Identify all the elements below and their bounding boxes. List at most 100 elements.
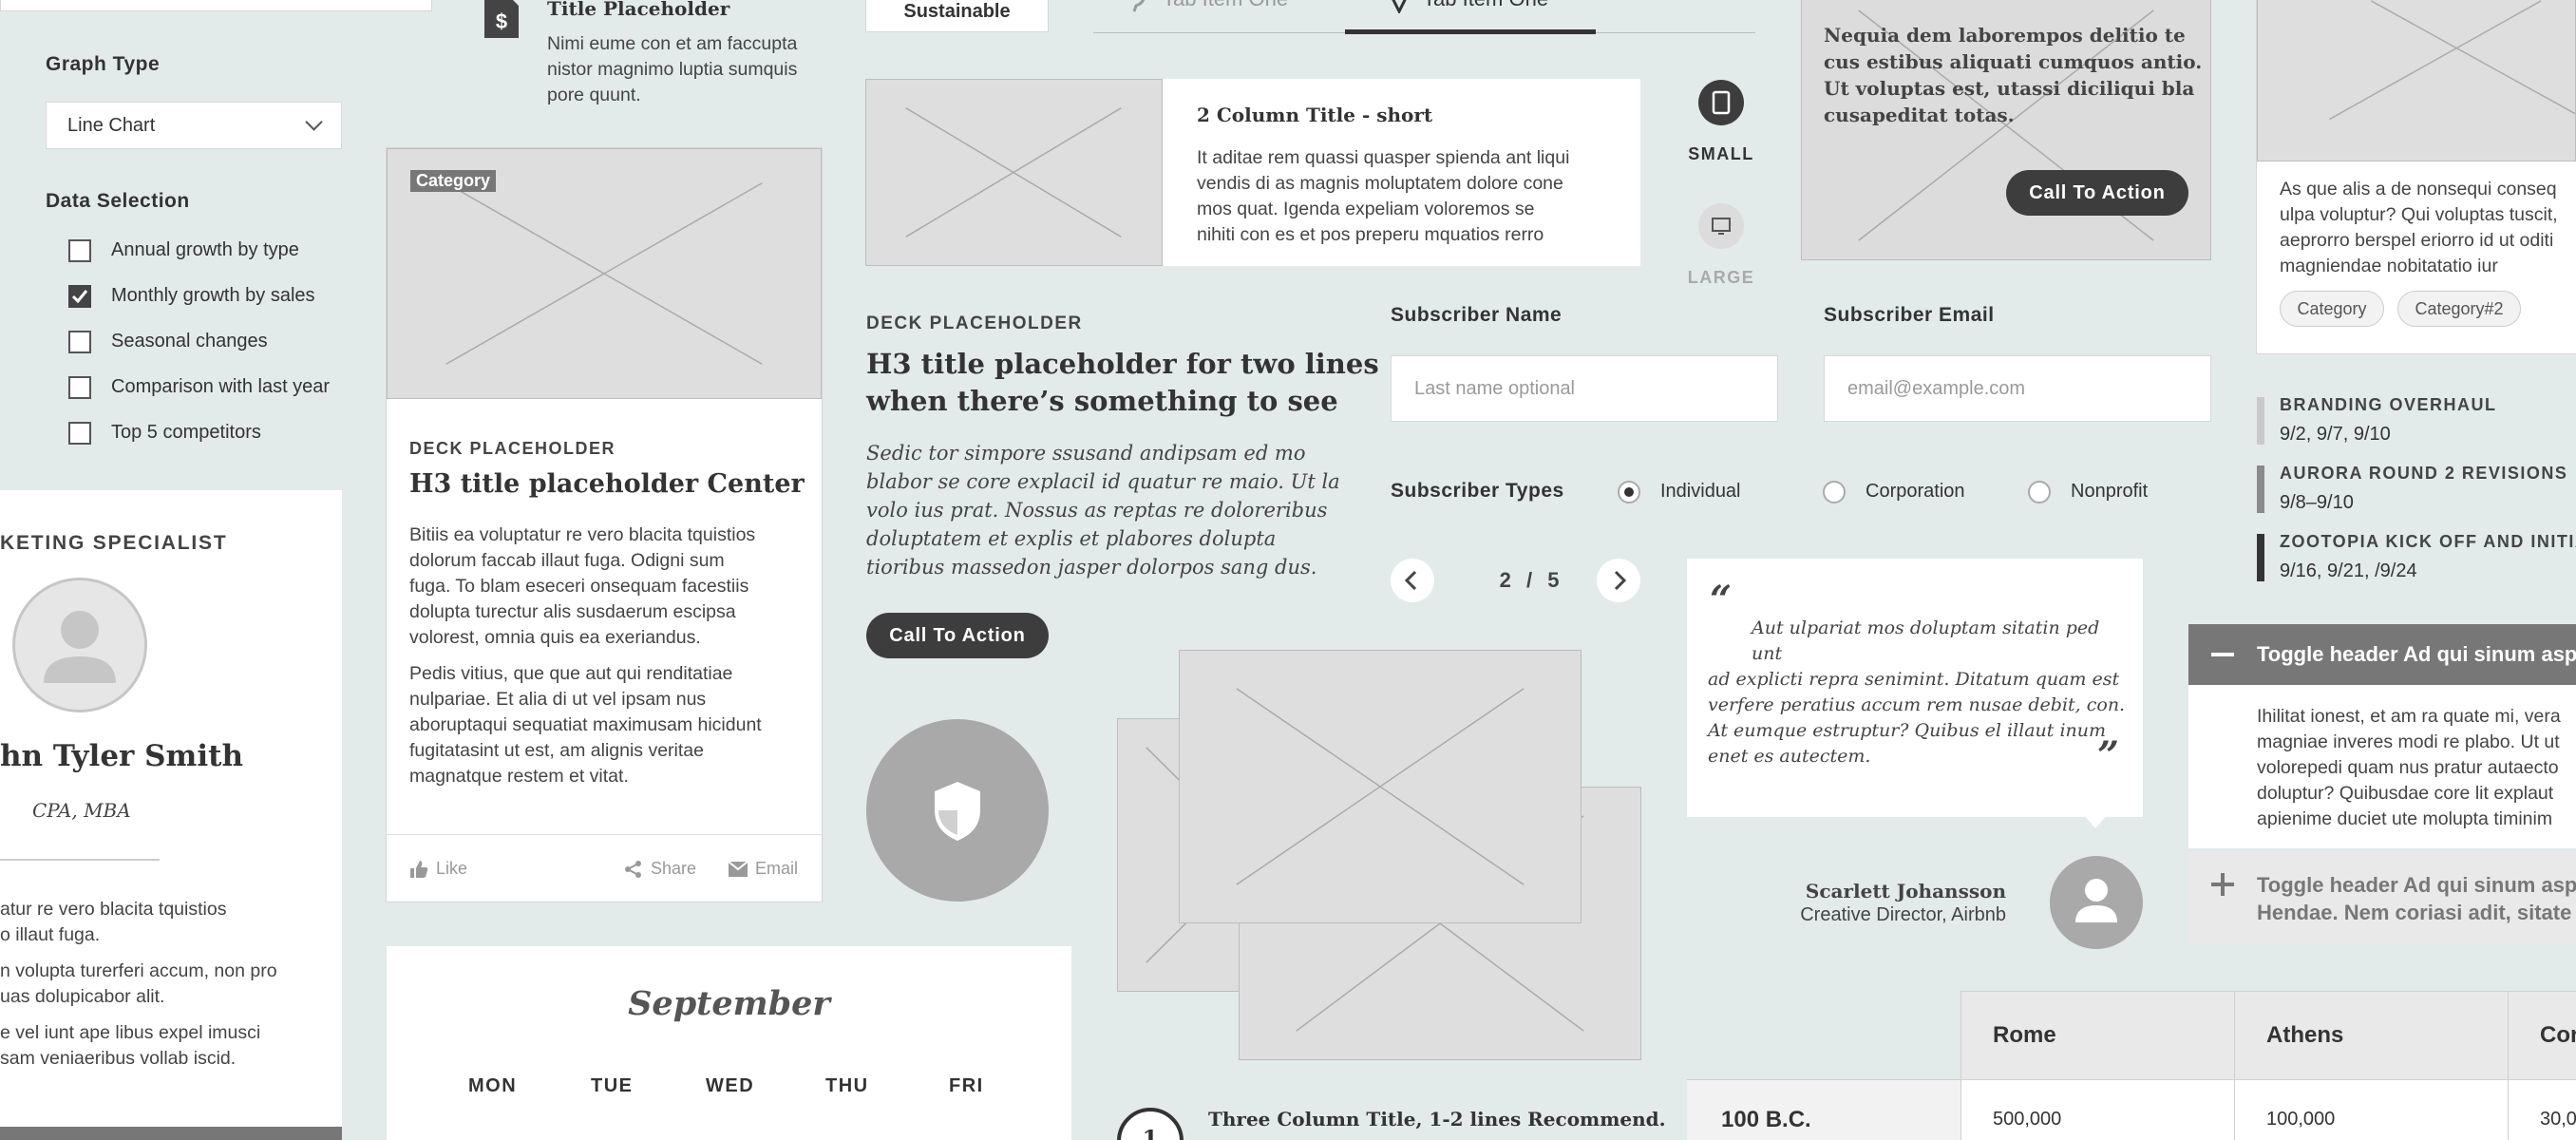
- timeline-title: AURORA ROUND 2 REVISIONS: [2280, 464, 2568, 483]
- deck-call-to-action-button[interactable]: Call To Action: [866, 613, 1049, 658]
- calendar-day-mon: MON: [468, 1075, 518, 1096]
- pin-icon: [1392, 0, 1407, 13]
- radio-nonprofit[interactable]: [2028, 481, 2051, 504]
- chevron-down-icon: [305, 113, 323, 131]
- radio-label: Corporation: [1866, 481, 1965, 502]
- checkbox-label: Seasonal changes: [111, 331, 268, 352]
- checkbox-label: Comparison with last year: [111, 376, 331, 397]
- table-grid-line: [1960, 991, 2576, 992]
- author-avatar: [2050, 856, 2143, 949]
- shield-icon: [935, 782, 980, 841]
- tab-sustainable[interactable]: Sustainable: [865, 0, 1049, 32]
- category-tag[interactable]: Category: [2280, 291, 2384, 327]
- tab-item-one[interactable]: Tab Item One: [1128, 0, 1288, 13]
- table-header-cell: Rome: [1993, 1022, 2056, 1048]
- accordion-header-closed[interactable]: Toggle header Ad qui sinum asp Hendae. Ne…: [2188, 852, 2576, 945]
- card-title: H3 title placeholder Center: [409, 469, 805, 499]
- subscriber-name-label: Subscriber Name: [1391, 304, 1563, 326]
- profile-divider: [0, 859, 160, 861]
- tab-active-indicator: [1345, 29, 1596, 34]
- article-image-placeholder: Category: [387, 148, 822, 399]
- checkbox-top-competitors[interactable]: [68, 422, 91, 445]
- table-header-cell: Athens: [2266, 1022, 2344, 1048]
- device-large-button[interactable]: [1698, 203, 1744, 249]
- radio-individual[interactable]: [1618, 481, 1640, 504]
- email-button[interactable]: Email: [729, 859, 798, 879]
- graph-type-select[interactable]: Line Chart: [46, 102, 342, 149]
- svg-text:$: $: [496, 10, 507, 33]
- shield-badge: [866, 719, 1049, 902]
- table-grid-line: [2508, 991, 2509, 1140]
- person-icon: [2075, 879, 2117, 922]
- chevron-right-icon: [1614, 570, 1627, 591]
- share-icon: [625, 860, 641, 878]
- overlay-call-to-action-button[interactable]: Call To Action: [2006, 170, 2188, 216]
- profile-text: atur re vero blacita tquistios o illaut f…: [0, 899, 277, 1069]
- timeline-title: BRANDING OVERHAUL: [2280, 395, 2497, 414]
- profile-footer-bar: [0, 1127, 342, 1140]
- checkbox-label: Monthly growth by sales: [111, 285, 315, 306]
- overlay-card: Nequia dem laborempos delitio te cus esti…: [1801, 0, 2211, 260]
- card-footer-divider: [387, 834, 822, 835]
- profile-credentials: CPA, MBA: [32, 799, 131, 822]
- envelope-icon: [729, 861, 748, 877]
- step-number-badge: 1: [1117, 1108, 1184, 1140]
- thumbs-up-icon: [410, 860, 428, 878]
- tab-item-one-active[interactable]: Tab Item One: [1389, 0, 1548, 13]
- like-button[interactable]: Like: [409, 859, 467, 879]
- subscriber-types-label: Subscriber Types: [1391, 480, 1564, 502]
- device-large-label: LARGE: [1687, 268, 1755, 287]
- table-grid-line: [1960, 991, 1961, 1140]
- device-small-button[interactable]: [1698, 80, 1744, 125]
- checkbox-comparison[interactable]: [68, 376, 91, 399]
- deck-block-italic: Sedic tor simpore ssusand andipsam ed mo…: [866, 442, 1340, 579]
- two-column-title: 2 Column Title - short: [1197, 104, 1433, 126]
- plus-icon: [2211, 873, 2234, 896]
- radio-label: Nonprofit: [2071, 481, 2149, 502]
- table-grid-line: [1687, 1079, 2576, 1080]
- testimonial-quote: “ Aut ulpariat mos doluptam sitatin ped …: [1687, 559, 2143, 828]
- calendar-month: September: [628, 984, 830, 1023]
- checkbox-annual-growth[interactable]: [68, 239, 91, 262]
- chevron-left-icon: [1404, 570, 1417, 591]
- calendar: September MON TUE WED THU FRI: [387, 946, 1071, 1140]
- timeline-bar: [2257, 534, 2264, 581]
- subscriber-email-label: Subscriber Email: [1824, 304, 1995, 326]
- subscriber-email-input[interactable]: email@example.com: [1824, 355, 2211, 422]
- icon-item-title: Title Placeholder: [547, 0, 730, 20]
- two-column-card: 2 Column Title - short It aditae rem qua…: [865, 79, 1640, 266]
- right-card-image-placeholder: [2257, 0, 2576, 162]
- data-table: Rome Athens Cor 100 B.C. 500,000 100,000…: [1687, 991, 2576, 1140]
- card-deck: DECK PLACEHOLDER: [409, 439, 616, 458]
- checkbox-seasonal[interactable]: [68, 331, 91, 353]
- deck-block-title: H3 title placeholder for two lines when t…: [866, 348, 1379, 417]
- timeline-dates: 9/2, 9/7, 9/10: [2280, 424, 2391, 445]
- right-category-card: As que alis a de nonsequi conseq ulpa vol…: [2257, 0, 2576, 353]
- pager-prev-button[interactable]: [1391, 559, 1434, 602]
- calendar-day-thu: THU: [825, 1075, 869, 1096]
- radio-corporation[interactable]: [1823, 481, 1846, 504]
- table-header-cell: Cor: [2540, 1022, 2576, 1048]
- accordion-panel: Ihilitat ionest, et am ra quate mi, vera…: [2188, 685, 2576, 848]
- check-icon: [71, 290, 88, 304]
- subscriber-name-input[interactable]: Last name optional: [1391, 355, 1778, 422]
- pager-next-button[interactable]: [1597, 559, 1640, 602]
- quote-author-role: Creative Director, Airbnb: [1800, 904, 2006, 925]
- profile-name: hn Tyler Smith: [0, 739, 243, 773]
- stack-image-front: [1179, 650, 1582, 923]
- calendar-day-tue: TUE: [591, 1075, 634, 1096]
- deck-block-deck: DECK PLACEHOLDER: [866, 314, 1083, 333]
- table-row-header: 100 B.C.: [1721, 1107, 1811, 1132]
- table-cell: 500,000: [1993, 1109, 2062, 1130]
- accordion-panel-text: Ihilitat ionest, et am ra quate mi, vera…: [2257, 706, 2561, 829]
- quote-pointer: [2082, 813, 2109, 828]
- profile-role: KETING SPECIALIST: [0, 532, 228, 554]
- checkbox-monthly-growth[interactable]: [68, 285, 91, 308]
- two-column-image-placeholder: [865, 79, 1163, 266]
- accordion-header-open[interactable]: Toggle header Ad qui sinum asp: [2188, 624, 2576, 685]
- calendar-day-wed: WED: [706, 1075, 755, 1096]
- category-tag[interactable]: Category#2: [2397, 291, 2521, 327]
- profile-card: KETING SPECIALIST hn Tyler Smith CPA, MB…: [0, 490, 342, 1140]
- share-button[interactable]: Share: [624, 859, 696, 879]
- table-cell: 30,0: [2540, 1109, 2576, 1130]
